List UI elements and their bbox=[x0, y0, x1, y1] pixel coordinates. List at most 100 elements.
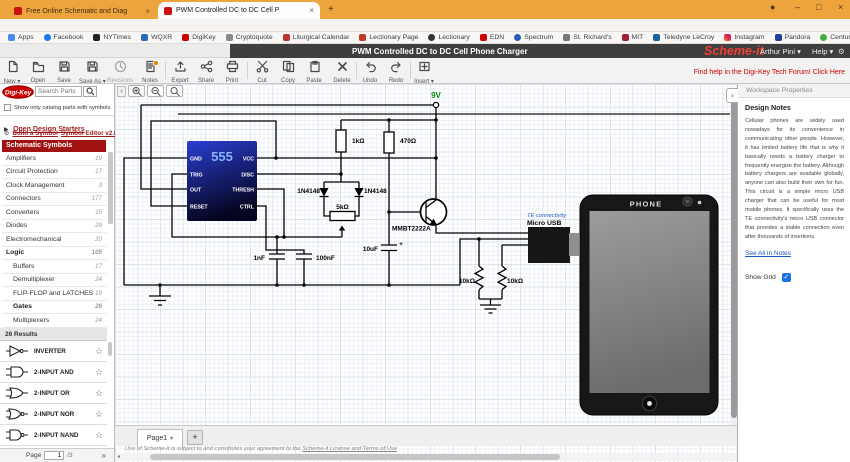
transistor-mmbt2222a[interactable]: MMBT2222A bbox=[392, 199, 447, 233]
paste-button[interactable]: Paste bbox=[301, 60, 327, 84]
capacitor-100nf[interactable] bbox=[296, 254, 312, 259]
bookmark-apps[interactable]: Apps bbox=[8, 34, 34, 41]
save-button[interactable]: Save bbox=[51, 60, 77, 84]
favorite-star-icon[interactable]: ☆ bbox=[95, 409, 103, 420]
cut-button[interactable]: Cut bbox=[249, 60, 275, 84]
undo-button[interactable]: Undo bbox=[357, 60, 383, 84]
bookmark-cryptoquote[interactable]: Cryptoquote bbox=[226, 34, 273, 41]
hscroll-thumb[interactable] bbox=[150, 454, 560, 460]
category-logic[interactable]: Logic105 bbox=[2, 247, 106, 261]
minimize-button[interactable]: – bbox=[795, 2, 800, 12]
filter-checkbox[interactable] bbox=[4, 104, 11, 111]
capacitor-10uf[interactable]: 10uF + bbox=[363, 241, 403, 253]
window-close-button[interactable]: × bbox=[838, 2, 843, 12]
bookmark-liturgical-calendar[interactable]: Liturgical Calendar bbox=[283, 34, 350, 41]
catalog-filter[interactable]: Show only catalog parts with symbols bbox=[4, 104, 110, 111]
category-gates[interactable]: Gates26 bbox=[2, 301, 106, 315]
bookmark-wqxr[interactable]: WQXR bbox=[141, 34, 172, 41]
category-diodes[interactable]: Diodes29 bbox=[2, 220, 106, 234]
page-tab[interactable]: Page1 ▾ bbox=[137, 429, 183, 447]
bookmark-mit[interactable]: MIT bbox=[622, 34, 644, 41]
vscroll-thumb[interactable] bbox=[731, 100, 737, 418]
user-menu[interactable]: Arthur Pini ▾ bbox=[760, 47, 801, 56]
bookmark-instagram[interactable]: Instagram bbox=[724, 34, 764, 41]
phone-graphic[interactable]: PHONE bbox=[580, 195, 718, 415]
result-2-input-nor[interactable]: 2-INPUT NOR☆ bbox=[0, 404, 107, 425]
tab-close-icon[interactable]: × bbox=[145, 7, 150, 16]
bookmark-spectrum[interactable]: Spectrum bbox=[514, 34, 553, 41]
result-2-input-nand[interactable]: 2-INPUT NAND☆ bbox=[0, 425, 107, 446]
potentiometer-5k[interactable]: 5kΩ bbox=[330, 204, 355, 231]
browser-tab-2-active[interactable]: PWM Controlled DC to DC Cell P × bbox=[158, 2, 320, 19]
show-grid-checkbox[interactable]: ✓ bbox=[782, 273, 791, 282]
category-flipflop-latches[interactable]: FLIP-FLOP and LATCHES19 bbox=[2, 287, 106, 301]
favorite-star-icon[interactable]: ☆ bbox=[95, 430, 103, 441]
browser-tab-1[interactable]: Free Online Schematic and Diag × bbox=[8, 3, 156, 19]
build-symbol-link[interactable]: Build a Symbol bbox=[12, 130, 57, 137]
maximize-button[interactable]: □ bbox=[816, 2, 821, 12]
result-2-input-or[interactable]: 2-INPUT OR☆ bbox=[0, 383, 107, 404]
tab-close-icon[interactable]: × bbox=[309, 6, 314, 15]
category-converters[interactable]: Converters15 bbox=[2, 206, 106, 220]
save-as-button[interactable]: Save As ▾ bbox=[79, 60, 105, 85]
category-clock-management[interactable]: Clock Management3 bbox=[2, 179, 106, 193]
category-amplifiers[interactable]: Amplifiers19 bbox=[2, 152, 106, 166]
bookmark-centurylink[interactable]: CenturyLink bbox=[820, 34, 850, 41]
delete-button[interactable]: Delete bbox=[329, 60, 355, 84]
help-menu[interactable]: Help ▾ bbox=[812, 47, 833, 56]
favorite-star-icon[interactable]: ☆ bbox=[95, 346, 103, 357]
print-button[interactable]: Print bbox=[219, 60, 245, 84]
bookmark-st-richards[interactable]: St. Richard's bbox=[563, 34, 611, 41]
collapse-panel-button[interactable]: › bbox=[726, 88, 738, 103]
category-electromechanical[interactable]: Electromechanical20 bbox=[2, 233, 106, 247]
capacitor-1nf[interactable] bbox=[269, 254, 285, 259]
diode-1n4148-right[interactable]: 1N4148 bbox=[355, 188, 388, 197]
schematic-canvas[interactable]: ‹ bbox=[115, 84, 737, 462]
category-connectors[interactable]: Connectors177 bbox=[2, 193, 106, 207]
result-2-input-and[interactable]: 2-INPUT AND☆ bbox=[0, 362, 107, 383]
scroll-left-icon[interactable]: ◂ bbox=[117, 453, 120, 460]
schematic-drawing[interactable]: 9V 555 GND TRIG OUT RESET VCC DISC THRES… bbox=[115, 84, 737, 425]
category-buffers[interactable]: Buffers17 bbox=[2, 260, 106, 274]
bookmark-nytimes[interactable]: NYTimes bbox=[93, 34, 131, 41]
results-scrollbar[interactable] bbox=[108, 342, 112, 356]
open-button[interactable]: Open bbox=[25, 60, 51, 84]
555-timer-ic[interactable]: 555 GND TRIG OUT RESET VCC DISC THRESH C… bbox=[187, 141, 257, 221]
horizontal-scrollbar[interactable]: ◂ bbox=[115, 453, 737, 461]
redo-button[interactable]: Redo bbox=[383, 60, 409, 84]
bookmark-edn[interactable]: EDN bbox=[480, 34, 504, 41]
new-tab-button[interactable]: + bbox=[328, 4, 334, 15]
micro-usb-connector[interactable]: TE connectivity Micro USB bbox=[527, 213, 579, 263]
resistor-470[interactable]: 470Ω bbox=[384, 132, 416, 153]
bookmark-lectionary-page[interactable]: Lectionary Page bbox=[359, 34, 418, 41]
next-page-button[interactable]: » bbox=[102, 451, 106, 460]
bookmark-lectionary[interactable]: Lectionary bbox=[428, 34, 469, 41]
symbol-editor-link[interactable]: Symbol Editor v2.0 bbox=[61, 130, 118, 137]
license-link[interactable]: Scheme-it License and Terms of Use bbox=[302, 446, 397, 452]
insert-button[interactable]: Insert ▾ bbox=[411, 60, 437, 85]
see-all-notes-link[interactable]: See All in Notes bbox=[745, 250, 791, 257]
category-demultiplexer[interactable]: Demultiplexer24 bbox=[2, 274, 106, 288]
search-button[interactable] bbox=[83, 86, 97, 97]
category-multiplexers[interactable]: Multiplexers24 bbox=[2, 314, 106, 328]
resistor-10k-left[interactable]: 10kΩ bbox=[459, 266, 483, 290]
share-button[interactable]: Share bbox=[193, 60, 219, 84]
forum-help-link[interactable]: Find help in the Digi-Key Tech Forum! Cl… bbox=[694, 69, 845, 76]
result-inverter[interactable]: INVERTER☆ bbox=[0, 341, 107, 362]
bookmark-facebook[interactable]: Facebook bbox=[44, 34, 84, 41]
bookmark-digikey[interactable]: DigiKey bbox=[182, 34, 215, 41]
resistor-1k[interactable]: 1kΩ bbox=[336, 130, 364, 152]
favorite-star-icon[interactable]: ☆ bbox=[95, 388, 103, 399]
resistor-10k-right[interactable]: 10kΩ bbox=[498, 266, 523, 290]
copy-button[interactable]: Copy bbox=[275, 60, 301, 84]
bookmark-teledyne-lecroy[interactable]: Teledyne LeCroy bbox=[653, 34, 714, 41]
export-button[interactable]: Export bbox=[167, 60, 193, 84]
search-input[interactable] bbox=[35, 86, 82, 97]
category-circuit-protection[interactable]: Circuit Protection17 bbox=[2, 166, 106, 180]
bookmark-pandora[interactable]: Pandora bbox=[775, 34, 811, 41]
add-page-button[interactable]: + bbox=[187, 430, 203, 445]
new-button[interactable]: New ▾ bbox=[0, 60, 25, 85]
page-input[interactable] bbox=[44, 451, 64, 460]
diode-1n4148-left[interactable]: 1N4148 bbox=[297, 188, 328, 197]
notes-button[interactable]: Notes bbox=[137, 60, 163, 84]
